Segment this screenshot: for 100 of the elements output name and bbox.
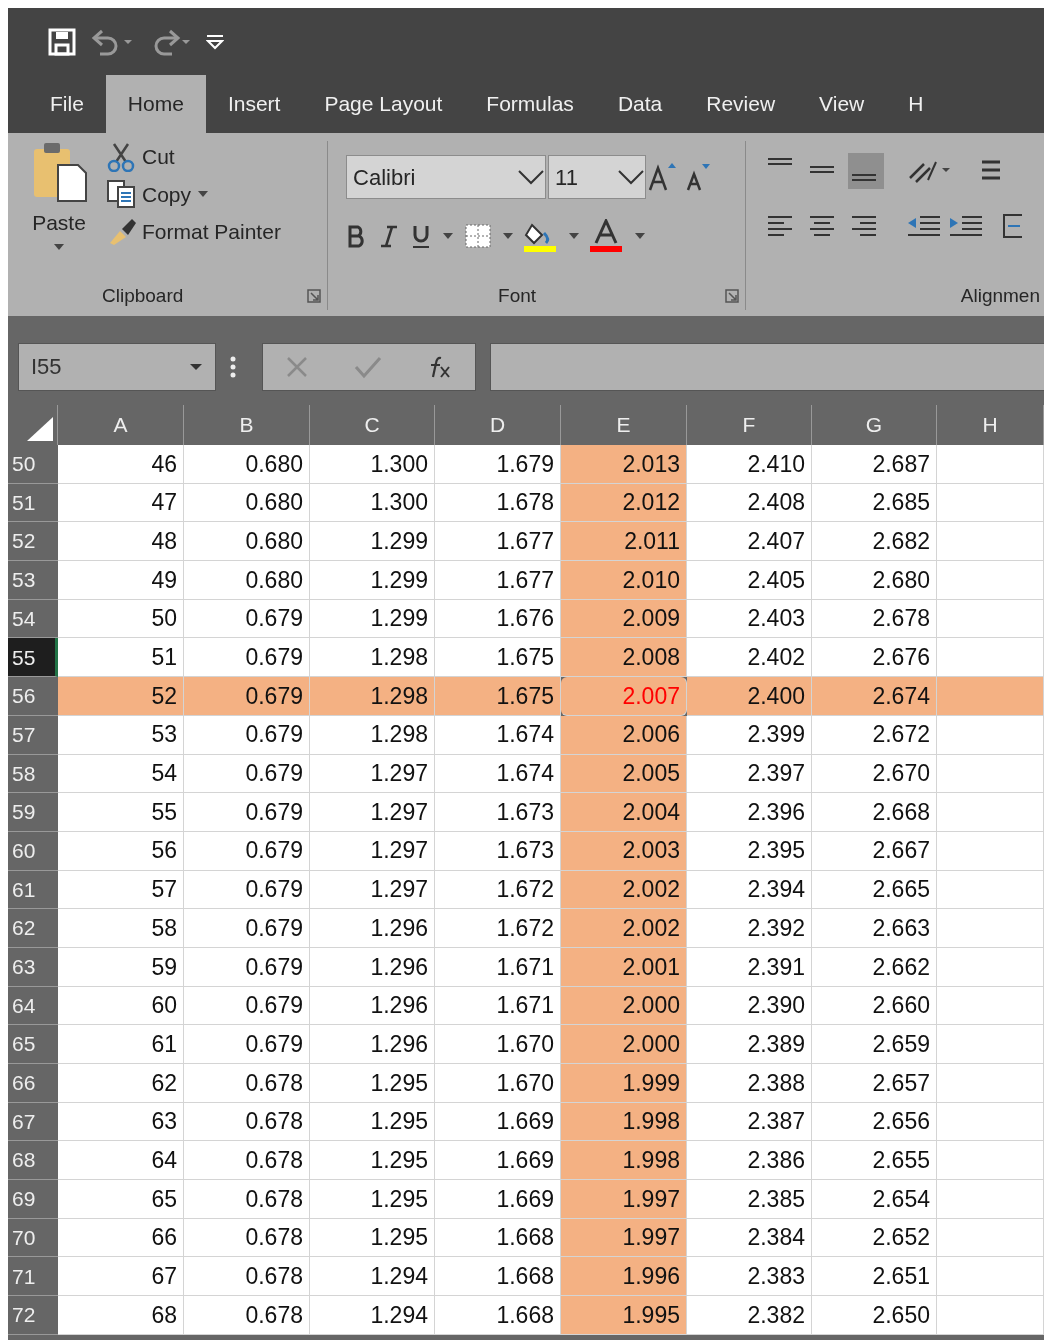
table-cell: 46 bbox=[58, 445, 184, 484]
table-cell: 2.012 bbox=[561, 483, 687, 523]
table-cell: 55 bbox=[58, 793, 184, 832]
table-cell: 60 bbox=[58, 986, 184, 1026]
ribbon-tab[interactable]: Page Layout bbox=[302, 75, 465, 133]
customize-icon[interactable] bbox=[206, 33, 224, 50]
table-cell: 1.296 bbox=[310, 909, 435, 948]
caret-icon bbox=[197, 190, 210, 199]
caret-icon bbox=[53, 242, 65, 251]
table-cell: 1.299 bbox=[310, 599, 435, 639]
table-cell: 2.657 bbox=[812, 1064, 937, 1103]
table-cell: 2.396 bbox=[687, 793, 812, 832]
checkmark-icon[interactable] bbox=[354, 354, 382, 379]
table-cell: 2.685 bbox=[812, 483, 937, 523]
table-cell: 1.998 bbox=[561, 1141, 687, 1181]
table-cell: 1.296 bbox=[310, 1025, 435, 1064]
table-cell: 0.678 bbox=[184, 1218, 310, 1258]
group-label: Clipboard bbox=[102, 283, 184, 308]
table-cell: 56 bbox=[58, 831, 184, 871]
table-cell: 53 bbox=[58, 715, 184, 755]
table-cell: 2.009 bbox=[561, 599, 687, 639]
table-cell: 1.996 bbox=[561, 1257, 687, 1297]
ribbon-tab[interactable]: Home bbox=[105, 75, 206, 133]
table-cell: 1.677 bbox=[435, 561, 561, 600]
font-color-icon[interactable] bbox=[590, 219, 625, 253]
table-cell: 2.659 bbox=[812, 1025, 937, 1064]
ribbon-tab[interactable]: File bbox=[28, 75, 106, 133]
chevron-icon bbox=[617, 169, 646, 185]
table-cell: 1.298 bbox=[310, 638, 435, 678]
caret-icon[interactable] bbox=[568, 232, 581, 240]
caret-icon[interactable] bbox=[634, 232, 647, 240]
table-cell: 2.386 bbox=[687, 1141, 812, 1181]
table-cell: 1.674 bbox=[435, 754, 561, 794]
table-cell: 1.679 bbox=[435, 445, 561, 484]
align-lines-icon[interactable] bbox=[847, 153, 884, 189]
table-cell: 2.670 bbox=[812, 754, 937, 794]
table-cell: 1.295 bbox=[310, 1180, 435, 1219]
table-cell: 2.654 bbox=[812, 1180, 937, 1219]
table-cell: 0.679 bbox=[184, 715, 310, 755]
table-cell: 2.011 bbox=[561, 522, 687, 562]
font-size-field[interactable]: 11 bbox=[548, 155, 647, 199]
cut-button[interactable]: Cut bbox=[102, 141, 285, 173]
table-cell: 0.679 bbox=[184, 947, 310, 987]
table-cell: 1.997 bbox=[561, 1218, 687, 1258]
table-cell: 1.672 bbox=[435, 909, 561, 948]
table-cell: 1.668 bbox=[435, 1257, 561, 1297]
table-cell: 63 bbox=[58, 1102, 184, 1142]
table-cell: 2.656 bbox=[812, 1102, 937, 1142]
table-cell: 1.295 bbox=[310, 1064, 435, 1103]
table-cell: 1.295 bbox=[310, 1141, 435, 1181]
table-cell: 2.389 bbox=[687, 1025, 812, 1064]
table-cell: 2.651 bbox=[812, 1257, 937, 1297]
undo-icon[interactable] bbox=[90, 27, 134, 56]
name-box[interactable]: I55 bbox=[18, 342, 216, 391]
table-cell: 1.296 bbox=[310, 986, 435, 1026]
font-name-field[interactable]: Calibri bbox=[346, 155, 547, 199]
ribbon-tab[interactable]: Formulas bbox=[464, 75, 596, 133]
caret-icon[interactable] bbox=[442, 232, 455, 240]
format-painter-button[interactable]: Format Painter bbox=[102, 216, 285, 248]
table-cell: 2.410 bbox=[687, 445, 812, 484]
table-cell: 1.296 bbox=[310, 947, 435, 987]
save-icon[interactable] bbox=[48, 27, 76, 56]
table-cell: 1.297 bbox=[310, 870, 435, 910]
table-cell: 65 bbox=[58, 1180, 184, 1219]
ribbon-tab[interactable]: Insert bbox=[205, 75, 303, 133]
table-cell: 1.675 bbox=[435, 638, 561, 678]
table-cell: 0.679 bbox=[184, 754, 310, 794]
ribbon-tab[interactable]: Data bbox=[595, 75, 685, 133]
copy-button[interactable]: Copy bbox=[102, 178, 285, 210]
table-cell: 2.391 bbox=[687, 947, 812, 987]
table-cell: 0.679 bbox=[184, 909, 310, 948]
select-all-icon[interactable] bbox=[27, 417, 53, 441]
borders-icon[interactable] bbox=[464, 223, 493, 249]
paste-button[interactable]: Paste bbox=[8, 141, 102, 251]
table-cell: 2.660 bbox=[812, 986, 937, 1026]
more-icon[interactable] bbox=[230, 355, 236, 378]
dialog-launcher-icon[interactable] bbox=[724, 288, 739, 303]
table-cell: 68 bbox=[58, 1296, 184, 1335]
dialog-launcher-icon[interactable] bbox=[307, 288, 322, 303]
table-cell: 1.298 bbox=[310, 677, 435, 716]
formula-input[interactable] bbox=[490, 342, 1044, 391]
table-cell: 48 bbox=[58, 522, 184, 562]
ribbon-tab[interactable]: View bbox=[797, 75, 887, 133]
table-cell: 0.678 bbox=[184, 1102, 310, 1142]
row-header[interactable]: 55 bbox=[8, 638, 58, 678]
ribbon-tab[interactable]: H bbox=[886, 75, 946, 133]
table-cell: 0.679 bbox=[184, 986, 310, 1026]
table-cell: 2.676 bbox=[812, 638, 937, 678]
table-cell: 1.668 bbox=[435, 1296, 561, 1335]
group-label: Alignmen bbox=[960, 283, 1040, 308]
ribbon-tab[interactable]: Review bbox=[684, 75, 798, 133]
table-cell: 0.678 bbox=[184, 1180, 310, 1219]
table-cell: 2.001 bbox=[561, 947, 687, 987]
table-cell: 2.013 bbox=[561, 445, 687, 484]
table-cell: 2.672 bbox=[812, 715, 937, 755]
table-cell: 0.678 bbox=[184, 1257, 310, 1297]
table-cell: 2.005 bbox=[561, 754, 687, 794]
merge-icon[interactable] bbox=[1001, 211, 1022, 241]
table-cell: 59 bbox=[58, 947, 184, 987]
caret-icon[interactable] bbox=[502, 232, 515, 240]
